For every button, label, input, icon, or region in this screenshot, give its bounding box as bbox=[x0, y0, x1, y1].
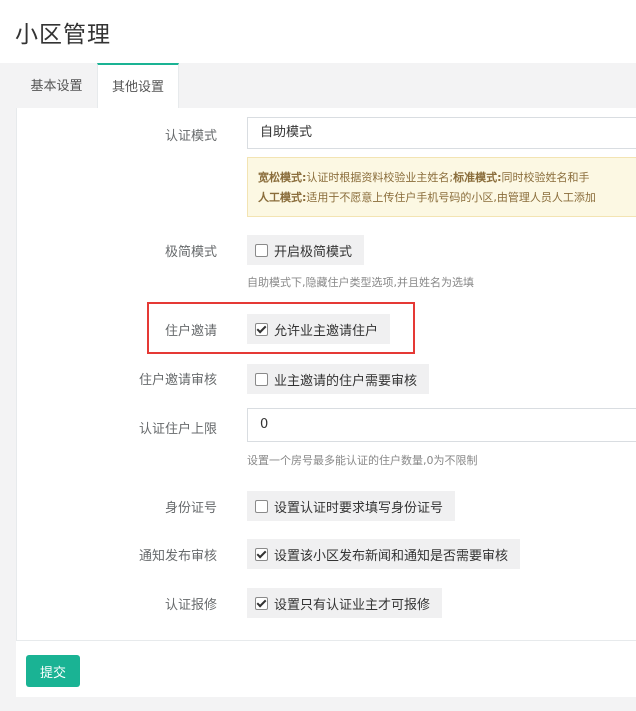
resident-invite-checkbox-label: 允许业主邀请住户 bbox=[274, 323, 379, 339]
repair-auth-checkbox-label: 设置只有认证业主才可报修 bbox=[274, 597, 431, 613]
repair-auth-checkbox[interactable]: 设置只有认证业主才可报修 bbox=[247, 588, 443, 618]
id-card-checkbox-label: 设置认证时要求填写身份证号 bbox=[274, 500, 444, 516]
id-card-checkbox[interactable]: 设置认证时要求填写身份证号 bbox=[247, 491, 456, 521]
auth-mode-notice: 宽松模式:认证时根据资料校验业主姓名;标准模式:同时校验姓名和手 人工模式:适用… bbox=[247, 157, 636, 217]
manual-mode-title: 人工模式: bbox=[258, 191, 307, 204]
invite-review-checkbox-label: 业主邀请的住户需要审核 bbox=[274, 373, 418, 389]
publish-review-label: 通知发布审核 bbox=[138, 549, 217, 564]
tab-other-settings[interactable]: 其他设置 bbox=[97, 63, 179, 109]
resident-invite-checkbox[interactable]: 允许业主邀请住户 bbox=[247, 314, 391, 344]
resident-limit-help: 设置一个房号最多能认证的住户数量,0为不限制 bbox=[247, 454, 478, 467]
standard-mode-title: 标准模式: bbox=[453, 171, 502, 184]
resident-limit-input[interactable]: 0 bbox=[247, 408, 636, 442]
loose-mode-title: 宽松模式: bbox=[258, 171, 307, 184]
id-card-checkbox-box[interactable] bbox=[255, 499, 268, 513]
publish-review-checkbox-box[interactable] bbox=[255, 547, 268, 561]
publish-review-checkbox[interactable]: 设置该小区发布新闻和通知是否需要审核 bbox=[247, 539, 521, 569]
loose-mode-text: 认证时根据资料校验业主姓名; bbox=[306, 171, 454, 184]
publish-review-checkbox-label: 设置该小区发布新闻和通知是否需要审核 bbox=[274, 548, 509, 564]
page-header: 小区管理 bbox=[0, 0, 636, 63]
resident-invite-checkbox-box[interactable] bbox=[255, 322, 268, 336]
repair-auth-label: 认证报修 bbox=[164, 598, 217, 613]
settings-form: 认证模式 自助模式 宽松模式:认证时根据资料校验业主姓名;标准模式:同时校验姓名… bbox=[16, 108, 636, 640]
auth-mode-select[interactable]: 自助模式 bbox=[247, 117, 636, 149]
id-card-label: 身份证号 bbox=[164, 501, 217, 516]
standard-mode-text: 同时校验姓名和手 bbox=[501, 171, 590, 184]
simple-mode-checkbox-box[interactable] bbox=[255, 243, 268, 257]
resident-invite-label: 住户邀请 bbox=[164, 324, 217, 339]
simple-mode-checkbox-label: 开启极简模式 bbox=[274, 244, 353, 260]
form-footer: 提交 bbox=[16, 640, 636, 697]
auth-mode-label: 认证模式 bbox=[164, 129, 217, 144]
simple-mode-label: 极简模式 bbox=[164, 245, 217, 260]
simple-mode-help: 自助模式下,隐藏住户类型选项,并且姓名为选填 bbox=[247, 276, 474, 289]
page-title: 小区管理 bbox=[15, 22, 111, 48]
invite-review-checkbox[interactable]: 业主邀请的住户需要审核 bbox=[247, 364, 430, 394]
repair-auth-checkbox-box[interactable] bbox=[255, 596, 268, 610]
submit-button[interactable]: 提交 bbox=[26, 655, 80, 687]
simple-mode-checkbox[interactable]: 开启极简模式 bbox=[247, 235, 365, 265]
invite-review-label: 住户邀请审核 bbox=[138, 373, 217, 388]
invite-review-checkbox-box[interactable] bbox=[255, 372, 268, 386]
settings-tabs: 基本设置 其他设置 bbox=[16, 63, 636, 109]
manual-mode-text: 适用于不愿意上传住户手机号码的小区,由管理人员人工添加 bbox=[306, 191, 596, 204]
tab-basic-settings[interactable]: 基本设置 bbox=[16, 63, 97, 109]
resident-limit-label: 认证住户上限 bbox=[138, 422, 217, 437]
